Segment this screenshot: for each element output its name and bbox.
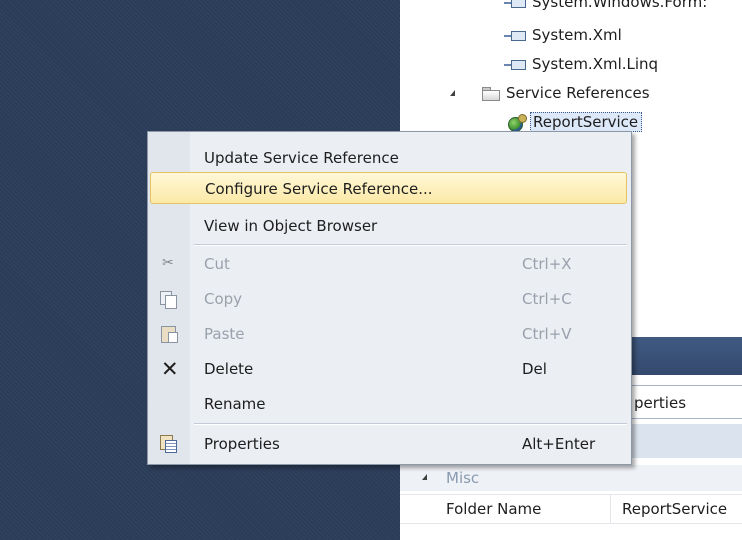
menu-item-label: View in Object Browser: [204, 217, 378, 235]
tree-item-label: ReportService: [530, 112, 643, 132]
menu-item-label: Paste: [204, 325, 245, 343]
menu-item-shortcut: Ctrl+V: [522, 325, 572, 343]
menu-item-label: Properties: [204, 435, 280, 453]
menu-item-cut[interactable]: ✂ Cut Ctrl+X: [148, 248, 629, 280]
properties-icon: [160, 435, 177, 453]
tree-item-label: System.Windows.Form:: [532, 0, 708, 11]
delete-icon: ✕: [161, 357, 179, 381]
menu-item-label: Copy: [204, 290, 243, 308]
scissors-icon: ✂: [162, 255, 174, 271]
reference-icon: [504, 0, 526, 8]
menu-item-update-service-reference[interactable]: Update Service Reference: [148, 142, 629, 174]
menu-item-label: Cut: [204, 255, 230, 273]
menu-item-shortcut: Ctrl+C: [522, 290, 572, 308]
menu-item-label: Configure Service Reference...: [205, 180, 433, 198]
reference-icon: [504, 59, 526, 70]
menu-item-copy[interactable]: Copy Ctrl+C: [148, 283, 629, 315]
menu-separator: [194, 423, 627, 425]
collapse-triangle-icon[interactable]: [450, 90, 455, 96]
tree-item-system-xml-linq[interactable]: System.Xml.Linq: [504, 52, 658, 76]
property-row-folder-name[interactable]: Folder Name ReportService: [400, 494, 742, 524]
tree-item-system-xml[interactable]: System.Xml: [504, 23, 622, 47]
copy-icon: [148, 283, 190, 315]
menu-item-label: Rename: [204, 395, 266, 413]
menu-item-paste[interactable]: Paste Ctrl+V: [148, 318, 629, 350]
folder-icon: [482, 87, 500, 101]
tree-item-label: System.Xml: [532, 26, 622, 44]
reference-icon: [504, 30, 526, 41]
menu-item-rename[interactable]: Rename: [148, 388, 629, 420]
property-value[interactable]: ReportService: [622, 495, 727, 523]
menu-separator: [194, 244, 627, 246]
tree-item-system-windows-forms[interactable]: System.Windows.Form:: [504, 0, 707, 14]
tree-item-service-references[interactable]: Service References: [482, 81, 650, 105]
menu-item-configure-service-reference[interactable]: Configure Service Reference...: [150, 172, 627, 204]
tree-item-label: Service References: [506, 84, 650, 102]
menu-item-label: Delete: [204, 360, 254, 378]
collapse-triangle-icon[interactable]: [422, 474, 427, 480]
tree-item-label: System.Xml.Linq: [532, 55, 659, 73]
service-reference-icon: [508, 113, 527, 132]
menu-item-label: Update Service Reference: [204, 149, 399, 167]
context-menu: Update Service Reference Configure Servi…: [147, 131, 632, 465]
paste-icon: [161, 326, 178, 343]
property-name: Folder Name: [446, 500, 542, 518]
menu-item-delete[interactable]: ✕ Delete Del: [148, 353, 629, 385]
property-category-misc[interactable]: Misc: [400, 465, 742, 491]
menu-item-view-in-object-browser[interactable]: View in Object Browser: [148, 210, 629, 242]
menu-item-shortcut: Ctrl+X: [522, 255, 572, 273]
property-divider: [610, 495, 611, 523]
category-label: Misc: [446, 469, 480, 487]
menu-item-properties[interactable]: Properties Alt+Enter: [148, 428, 629, 460]
menu-item-shortcut: Del: [522, 360, 547, 378]
menu-item-shortcut: Alt+Enter: [522, 435, 596, 453]
